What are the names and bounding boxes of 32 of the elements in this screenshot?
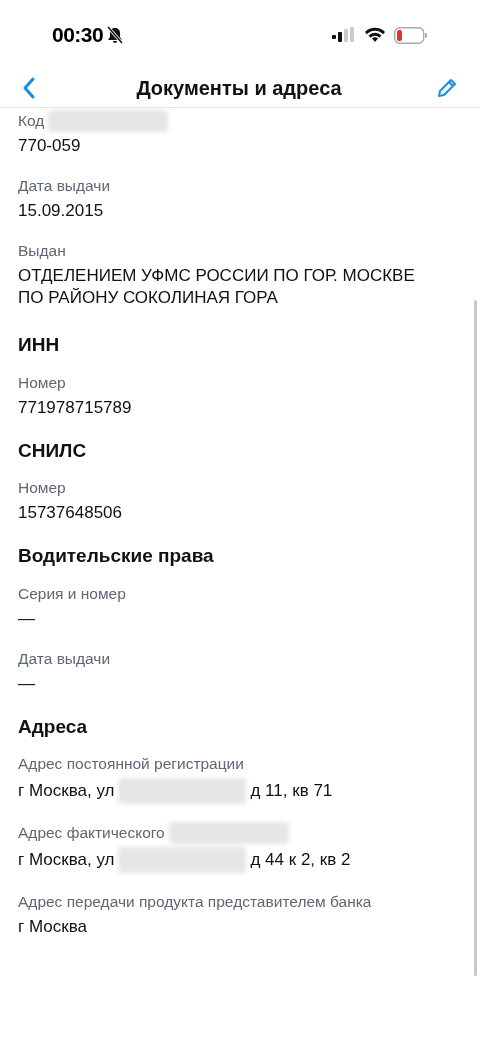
- field-value: 15.09.2015: [18, 200, 104, 222]
- signal-icon: [332, 27, 356, 43]
- field-value: г Москва, ул: [18, 780, 115, 802]
- field-label: Номер: [18, 372, 66, 393]
- field-label: Серия и номер: [18, 583, 126, 604]
- field-label: Дата выдачи: [18, 648, 111, 669]
- screen-title: Документы и адреса: [136, 75, 342, 101]
- field-value: 15737648506: [18, 502, 122, 524]
- status-time: 00:30: [52, 22, 104, 49]
- field-value: д 11, кв 71: [250, 780, 333, 802]
- field-label: Адрес постоянной регистрации: [18, 754, 244, 774]
- field-label: Код: [18, 111, 45, 131]
- field-value: 771978715789: [18, 396, 132, 419]
- section-heading: Водительские права: [18, 544, 215, 568]
- section-heading: ИНН: [18, 333, 61, 357]
- field-label: Выдан: [18, 241, 66, 261]
- field-label: Номер: [18, 478, 66, 498]
- field-value: г Москва, ул: [18, 849, 115, 871]
- field-value: ОТДЕЛЕНИЕМ УФМС РОССИИ ПО ГОР. МОСКВЕ ПО РАЙОНУ СОКОЛИНАЯ ГОРА: [18, 265, 416, 309]
- field-label: Адрес фактического: [18, 823, 165, 843]
- field-value: —: [18, 607, 35, 630]
- field-value: 770-059: [18, 135, 81, 157]
- section-heading: Адреса: [18, 714, 89, 739]
- field-label: Дата выдачи: [18, 176, 111, 196]
- field-label: Адрес передачи продукта представителем банка: [18, 892, 372, 912]
- muted-bell-icon: [107, 26, 124, 44]
- field-value: д 44 к 2, кв 2: [250, 849, 351, 871]
- battery-icon: [394, 26, 428, 44]
- section-heading: СНИЛС: [18, 438, 88, 463]
- field-value: г Москва: [18, 916, 87, 938]
- field-value: —: [18, 672, 35, 695]
- wifi-icon: [364, 27, 386, 43]
